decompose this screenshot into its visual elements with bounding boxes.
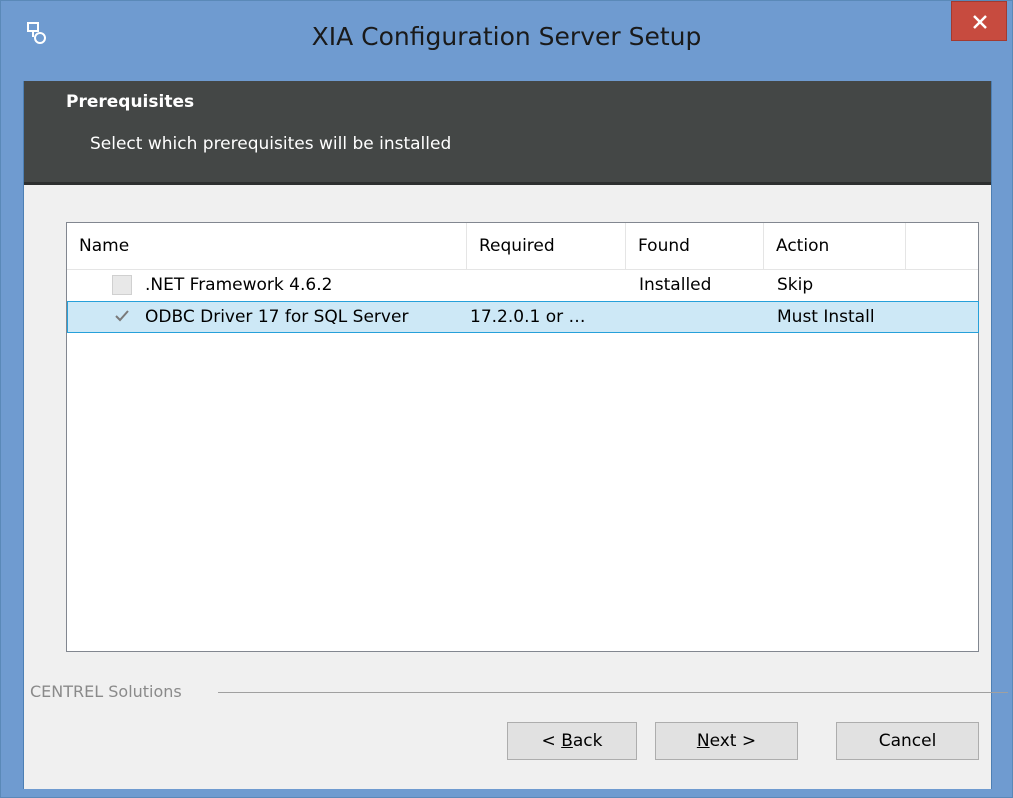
footer-divider [218,692,1008,693]
close-icon [973,15,987,29]
row-action: Must Install [777,307,875,327]
prerequisites-list[interactable]: Name Required Found Action .NET Framewor… [66,222,979,652]
page-subtitle: Select which prerequisites will be insta… [90,134,452,154]
back-mnemonic: B [561,731,573,751]
next-button[interactable]: Next > [655,722,798,760]
back-label-rest: ack [572,731,603,751]
header-banner: Prerequisites Select which prerequisites… [24,81,991,185]
list-header: Name Required Found Action [67,223,978,270]
page-title: Prerequisites [66,92,195,112]
column-header-found[interactable]: Found [626,223,764,269]
brand-label: CENTREL Solutions [30,682,182,701]
dialog-client-area: Prerequisites Select which prerequisites… [23,81,1008,789]
column-header-required[interactable]: Required [467,223,626,269]
row-name: ODBC Driver 17 for SQL Server [145,307,409,327]
column-header-action[interactable]: Action [764,223,906,269]
next-label-rest: ext > [709,731,757,751]
title-bar[interactable]: XIA Configuration Server Setup [1,1,1012,81]
setup-window: XIA Configuration Server Setup Prerequis… [0,0,1013,798]
row-required: 17.2.0.1 or … [470,307,586,327]
cancel-button[interactable]: Cancel [836,722,979,760]
window-title: XIA Configuration Server Setup [311,22,702,51]
row-name: .NET Framework 4.6.2 [145,275,333,295]
next-mnemonic: N [696,731,710,751]
row-action: Skip [777,275,814,295]
row-found: Installed [639,275,712,295]
close-button[interactable] [951,1,1007,41]
back-button[interactable]: < Back [507,722,637,760]
checkbox-dotnet[interactable] [112,275,132,295]
checkmark-icon [115,310,129,322]
column-header-name[interactable]: Name [67,223,467,269]
checkbox-odbc[interactable] [112,306,132,326]
back-label-prefix: < [541,731,562,751]
list-row-odbc[interactable]: ODBC Driver 17 for SQL Server 17.2.0.1 o… [67,301,979,333]
list-row-dotnet[interactable]: .NET Framework 4.6.2 Installed Skip [67,270,978,302]
